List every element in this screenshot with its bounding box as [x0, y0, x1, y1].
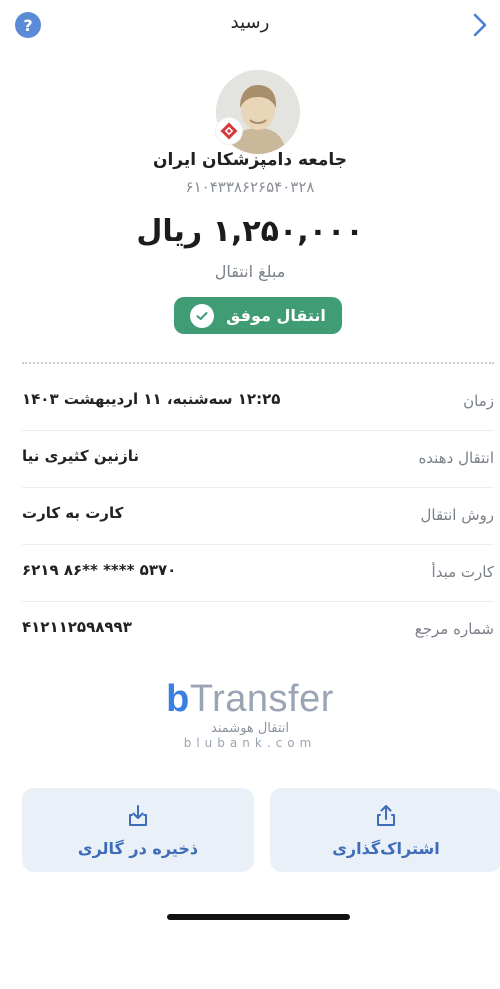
divider	[22, 362, 494, 364]
logo-domain: blubank.com	[183, 736, 317, 750]
share-button[interactable]: اشتراک‌گذاری	[270, 788, 500, 872]
detail-label: شماره مرجع	[414, 620, 494, 638]
detail-row-source-card: کارت مبدأ ۶۲۱۹ ۸۶** **** ۵۳۷۰	[22, 545, 494, 602]
detail-row-time: زمان ۱۲:۲۵ سه‌شنبه، ۱۱ اردیبهشت ۱۴۰۳	[22, 374, 494, 431]
detail-label: روش انتقال	[420, 506, 495, 524]
logo-text: Transfer	[189, 678, 334, 720]
detail-value: ۱۲:۲۵ سه‌شنبه، ۱۱ اردیبهشت ۱۴۰۳	[22, 390, 281, 408]
status-text: انتقال موفق	[226, 306, 326, 325]
share-label: اشتراک‌گذاری	[332, 838, 440, 858]
detail-value: نازنین کثیری نیا	[22, 447, 140, 465]
chevron-right-icon	[473, 13, 487, 37]
detail-label: کارت مبدأ	[431, 563, 494, 581]
recipient-card-number: ۶۱۰۴۳۳۸۶۲۶۵۴۰۳۲۸	[185, 178, 315, 196]
check-icon	[190, 303, 215, 328]
logo-b: b	[166, 678, 190, 720]
detail-row-method: روش انتقال کارت به کارت	[22, 488, 494, 545]
detail-row-reference: شماره مرجع ۴۱۲۱۱۲۵۹۸۹۹۳	[22, 602, 494, 658]
share-icon	[377, 804, 395, 826]
recipient-name: جامعه دامپزشکان ایران	[152, 150, 348, 170]
detail-label: زمان	[463, 392, 494, 410]
detail-row-sender: انتقال دهنده نازنین کثیری نیا	[22, 431, 494, 488]
amount-label: مبلغ انتقال	[214, 262, 286, 281]
logo-tagline: انتقال هوشمند	[211, 721, 289, 736]
detail-value: ۴۱۲۱۱۲۵۹۸۹۹۳	[22, 618, 132, 636]
home-indicator	[167, 914, 350, 920]
download-icon	[129, 804, 147, 826]
bank-logo-badge	[216, 118, 242, 144]
detail-value: ۶۲۱۹ ۸۶** **** ۵۳۷۰	[22, 561, 177, 579]
bank-logo-icon	[220, 122, 238, 140]
detail-value: کارت به کارت	[22, 504, 124, 522]
back-button[interactable]	[466, 10, 494, 40]
page-title: رسید	[230, 12, 270, 33]
btransfer-logo: bTransfer انتقال هوشمند blubank.com	[0, 678, 500, 750]
detail-label: انتقال دهنده	[418, 449, 494, 467]
status-badge: انتقال موفق	[174, 297, 342, 334]
save-label: ذخیره در گالری	[77, 838, 199, 858]
save-to-gallery-button[interactable]: ذخیره در گالری	[22, 788, 254, 872]
transfer-amount: ۱,۲۵۰,۰۰۰ ریال	[136, 214, 364, 249]
